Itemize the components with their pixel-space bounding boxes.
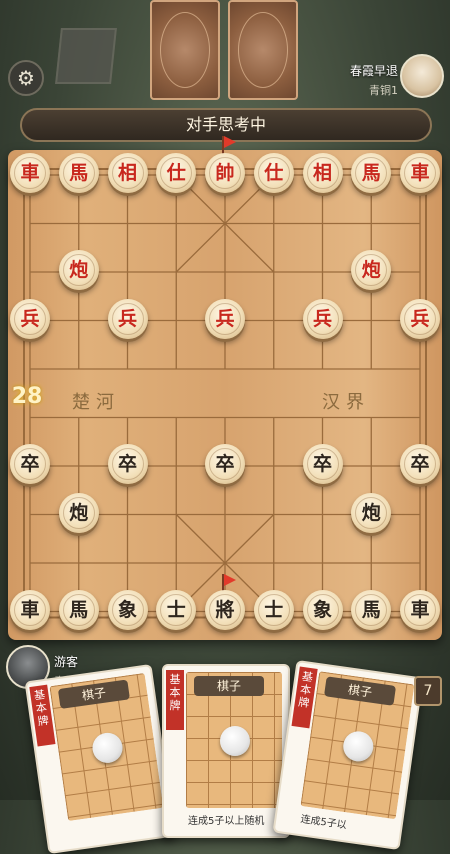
red-piece[interactable]: 帥 bbox=[205, 153, 245, 193]
hand-card[interactable]: 基本牌 棋子 连成5子以 bbox=[272, 659, 424, 851]
red-piece[interactable]: 炮 bbox=[58, 250, 99, 290]
black-piece[interactable]: 馬 bbox=[351, 589, 392, 630]
red-piece[interactable]: 車 bbox=[400, 153, 440, 193]
card-title: 棋子 bbox=[194, 676, 264, 696]
black-piece[interactable]: 車 bbox=[400, 589, 440, 630]
red-piece[interactable]: 相 bbox=[302, 153, 343, 193]
black-piece[interactable]: 卒 bbox=[107, 444, 148, 484]
opponent-card-back bbox=[228, 0, 298, 100]
opponent-rank: 青铜1 bbox=[369, 84, 398, 97]
black-piece[interactable]: 卒 bbox=[10, 444, 50, 484]
black-piece[interactable]: 馬 bbox=[58, 589, 99, 630]
black-piece[interactable]: 卒 bbox=[302, 444, 343, 484]
red-piece[interactable]: 兵 bbox=[302, 298, 343, 339]
red-piece[interactable]: 兵 bbox=[205, 298, 245, 339]
gear-icon: ⚙ bbox=[17, 66, 35, 90]
opponent-name: 春霞早退 bbox=[349, 64, 398, 78]
card-tag: 基本牌 bbox=[166, 670, 184, 730]
white-stone-icon bbox=[220, 726, 250, 756]
river-label-chu: 楚河 bbox=[72, 392, 120, 413]
red-piece[interactable]: 兵 bbox=[10, 298, 50, 339]
card-description: 连成5子以上随机 bbox=[188, 816, 265, 827]
black-piece[interactable]: 士 bbox=[253, 589, 294, 630]
black-piece[interactable]: 卒 bbox=[205, 444, 245, 484]
black-piece[interactable]: 象 bbox=[302, 589, 343, 630]
river-label-han: 汉界 bbox=[322, 392, 370, 413]
last-move-flag-icon bbox=[224, 574, 236, 586]
black-piece[interactable]: 卒 bbox=[400, 444, 440, 484]
red-piece[interactable]: 相 bbox=[107, 153, 148, 193]
black-piece[interactable]: 將 bbox=[205, 589, 245, 630]
deck-count-badge[interactable]: 7 bbox=[414, 676, 442, 706]
black-piece[interactable]: 士 bbox=[156, 589, 197, 630]
hand-card[interactable]: 基本牌 棋子 bbox=[24, 663, 176, 854]
hand-card[interactable]: 基本牌 棋子 连成5子以上随机 bbox=[162, 664, 290, 838]
last-move-flag-icon bbox=[224, 136, 236, 148]
red-piece[interactable]: 兵 bbox=[107, 298, 148, 339]
player-name: 游客 bbox=[54, 655, 79, 669]
red-piece[interactable]: 車 bbox=[10, 153, 50, 193]
red-piece[interactable]: 馬 bbox=[351, 153, 392, 193]
opponent-card-back bbox=[150, 0, 220, 100]
decorative-box bbox=[55, 28, 117, 84]
black-piece[interactable]: 象 bbox=[107, 589, 148, 630]
black-piece[interactable]: 炮 bbox=[58, 492, 99, 533]
red-piece[interactable]: 仕 bbox=[156, 153, 197, 193]
turn-timer: 28 bbox=[11, 384, 43, 409]
black-piece[interactable]: 炮 bbox=[351, 492, 392, 533]
red-piece[interactable]: 兵 bbox=[400, 298, 440, 339]
red-piece[interactable]: 馬 bbox=[58, 153, 99, 193]
red-piece[interactable]: 炮 bbox=[351, 250, 392, 290]
black-piece[interactable]: 車 bbox=[10, 589, 50, 630]
opponent-avatar[interactable] bbox=[400, 54, 444, 98]
settings-button[interactable]: ⚙ bbox=[8, 60, 44, 96]
red-piece[interactable]: 仕 bbox=[253, 153, 294, 193]
